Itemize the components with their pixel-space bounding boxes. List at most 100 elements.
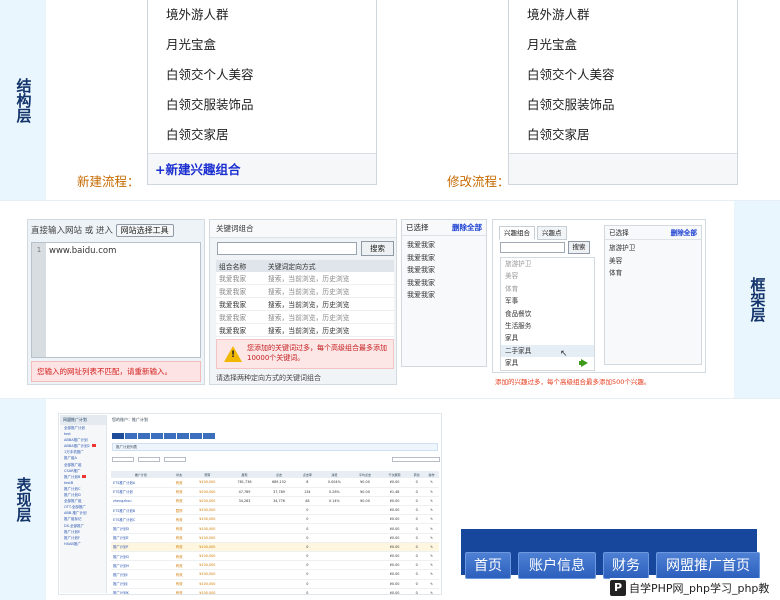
nav-item-3[interactable]: 财务 <box>603 552 649 579</box>
keyword-search-button[interactable]: 搜索 <box>361 241 394 256</box>
dashboard-tab[interactable] <box>125 433 137 439</box>
table-row[interactable]: 推广计划D 有效 ¥100,000 0 ¥0.00 0 ✎ <box>111 523 439 534</box>
keyword-row[interactable]: 我爱我家搜索，当前浏览，历史浏览 <box>216 323 394 337</box>
dashboard-tab[interactable] <box>164 433 176 439</box>
table-cell[interactable]: ✎ <box>424 496 439 507</box>
keyword-row[interactable]: 我爱我家搜索，当前浏览，历史浏览 <box>216 297 394 311</box>
table-row[interactable]: 推广计划K 有效 ¥100,000 0 ¥0.00 0 ✎ <box>111 588 439 594</box>
campaign-name[interactable]: 推广计划E <box>111 533 171 543</box>
table-row[interactable]: ETS推广计划 有效 ¥200,000 47,789 37,789 134 0.28% ¥0.… <box>111 487 439 497</box>
new-interest-group-link[interactable]: +新建兴趣组合 <box>155 162 240 177</box>
campaign-name[interactable]: 推广计划J <box>111 579 171 589</box>
keyword-search-input[interactable] <box>217 242 357 255</box>
nav-item-1[interactable]: 首页 <box>465 552 511 579</box>
interest-group-list: 境外游人群 月光宝盒 白领交个人美容 白领交服装饰品 白领交家居 <box>148 0 376 150</box>
table-cell[interactable]: ✎ <box>424 569 439 580</box>
interest-group-item[interactable]: 境外游人群 <box>527 0 737 30</box>
selected-item[interactable]: 我爱我家 <box>407 277 481 290</box>
dashboard-tab[interactable] <box>112 433 124 439</box>
interest-selected-item[interactable]: 美容 <box>609 255 697 268</box>
interest-item[interactable]: 旅游护卫 <box>501 258 594 270</box>
interest-item[interactable]: 食品餐饮 <box>501 308 594 320</box>
dashboard-tab[interactable] <box>177 433 189 439</box>
table-cell[interactable]: ✎ <box>424 505 439 516</box>
table-cell[interactable]: ✎ <box>424 542 439 553</box>
interest-item[interactable]: 家具 <box>501 332 594 344</box>
campaign-name[interactable]: 推广计划G <box>111 551 171 562</box>
interest-item[interactable]: 生活服务 <box>501 320 594 332</box>
tab-interest-group[interactable]: 兴趣组合 <box>499 226 535 240</box>
filter-select[interactable] <box>138 456 160 462</box>
interest-group-item[interactable]: 白领交家居 <box>527 120 737 150</box>
table-row[interactable]: 推广计划E 有效 ¥100,000 0 ¥0.00 0 ✎ <box>111 533 439 543</box>
interest-item[interactable]: 二手家具 <box>501 344 594 358</box>
tree-item[interactable]: HXAB推广 <box>60 541 106 547</box>
interest-search-input[interactable] <box>500 242 565 253</box>
interest-group-item[interactable]: 白领交个人美容 <box>527 60 737 90</box>
interest-selected-item[interactable]: 旅游护卫 <box>609 242 697 255</box>
selected-item[interactable]: 我爱我家 <box>407 239 481 252</box>
campaign-name[interactable]: 推广计划H <box>111 560 171 571</box>
interest-delete-all-link[interactable]: 删除全部 <box>671 226 697 239</box>
dashboard-tab[interactable] <box>138 433 150 439</box>
interest-group-item[interactable]: 月光宝盒 <box>166 30 376 60</box>
tab-interest-point[interactable]: 兴趣点 <box>537 226 567 240</box>
delete-all-link[interactable]: 删除全部 <box>452 220 482 235</box>
table-cell[interactable]: ✎ <box>424 523 439 534</box>
interest-group-item[interactable]: 白领交服装饰品 <box>166 90 376 120</box>
interest-search-button[interactable]: 搜索 <box>568 241 590 254</box>
keyword-row[interactable]: 我爱我家搜索，当前浏览，历史浏览 <box>216 272 394 285</box>
site-select-tool-button[interactable]: 网站选择工具 <box>115 224 174 237</box>
filter-select[interactable] <box>164 456 186 462</box>
keyword-row[interactable]: 我爱我家搜索，当前浏览，历史浏览 <box>216 284 394 298</box>
interest-group-item[interactable]: 月光宝盒 <box>527 30 737 60</box>
interest-group-item[interactable]: 境外游人群 <box>166 0 376 30</box>
interest-group-item[interactable]: 白领交个人美容 <box>166 60 376 90</box>
campaign-name[interactable]: ETS推广计划 <box>111 487 171 497</box>
campaign-name[interactable]: 推广计划I <box>111 569 171 580</box>
interest-item[interactable]: 美容 <box>501 270 594 282</box>
table-cell[interactable]: ✎ <box>424 588 439 594</box>
table-row[interactable]: 推广计划H 有效 ¥100,000 0 ¥0.00 0 ✎ <box>111 560 439 571</box>
interest-selected-item[interactable]: 体育 <box>609 267 697 280</box>
interest-group-item[interactable]: 白领交家居 <box>166 120 376 150</box>
campaign-name[interactable]: 推广计划D <box>111 523 171 534</box>
campaign-name[interactable]: ETS推广计划B <box>111 505 171 516</box>
table-cell[interactable]: ✎ <box>424 551 439 562</box>
dashboard-tab[interactable] <box>151 433 163 439</box>
campaign-name[interactable]: zhengzhou <box>111 496 171 507</box>
interest-item[interactable]: 体育 <box>501 283 594 295</box>
add-arrow-icon[interactable] <box>581 359 588 367</box>
campaign-name[interactable]: 推广计划F <box>111 542 171 553</box>
nav-item-4[interactable]: 网盟推广首页 <box>656 552 760 579</box>
selected-item[interactable]: 我爱我家 <box>407 289 481 302</box>
table-row[interactable]: ETS推广计划B 暂停 ¥100,000 0 ¥0.00 0 ✎ <box>111 505 439 516</box>
table-row[interactable]: ETS推广计划A 有效 ¥100,000 781,736 689,152 8 0.004% ¥… <box>111 478 439 488</box>
table-cell[interactable]: ✎ <box>424 560 439 571</box>
table-cell[interactable]: ✎ <box>424 487 439 497</box>
dashboard-tab[interactable] <box>190 433 202 439</box>
table-row[interactable]: 推广计划F 有效 ¥100,000 0 ¥0.00 0 ✎ <box>111 542 439 553</box>
table-cell[interactable]: ✎ <box>424 533 439 543</box>
campaign-name[interactable]: 推广计划K <box>111 588 171 594</box>
nav-item-2[interactable]: 账户信息 <box>518 552 596 579</box>
date-range-select[interactable] <box>392 456 440 462</box>
interest-group-item[interactable]: 白领交服装饰品 <box>527 90 737 120</box>
table-row[interactable]: 推广计划J 有效 ¥100,000 0 ¥0.00 0 ✎ <box>111 579 439 589</box>
table-cell[interactable]: ✎ <box>424 579 439 589</box>
interest-item[interactable]: 军事 <box>501 295 594 307</box>
table-row[interactable]: zhengzhou 有效 ¥200,000 34,283 34,776 48 0.14% ¥0… <box>111 496 439 507</box>
selected-item[interactable]: 我爱我家 <box>407 264 481 277</box>
table-row[interactable]: 推广计划I 有效 ¥100,000 0 ¥0.00 0 ✎ <box>111 569 439 580</box>
campaign-name[interactable]: ETS推广计划C <box>111 514 171 525</box>
table-row[interactable]: 推广计划G 有效 ¥100,000 0 ¥0.00 0 ✎ <box>111 551 439 562</box>
url-textarea[interactable]: 1 www.baidu.com <box>31 242 201 358</box>
dashboard-tab[interactable] <box>203 433 215 439</box>
filter-select[interactable] <box>112 456 134 462</box>
table-row[interactable]: ETS推广计划C 有效 ¥100,000 0 ¥0.00 0 ✎ <box>111 514 439 525</box>
table-cell[interactable]: ✎ <box>424 478 439 488</box>
campaign-name[interactable]: ETS推广计划A <box>111 478 171 488</box>
selected-item[interactable]: 我爱我家 <box>407 252 481 265</box>
table-cell[interactable]: ✎ <box>424 514 439 525</box>
keyword-row[interactable]: 我爱我家搜索，当前浏览，历史浏览 <box>216 310 394 324</box>
